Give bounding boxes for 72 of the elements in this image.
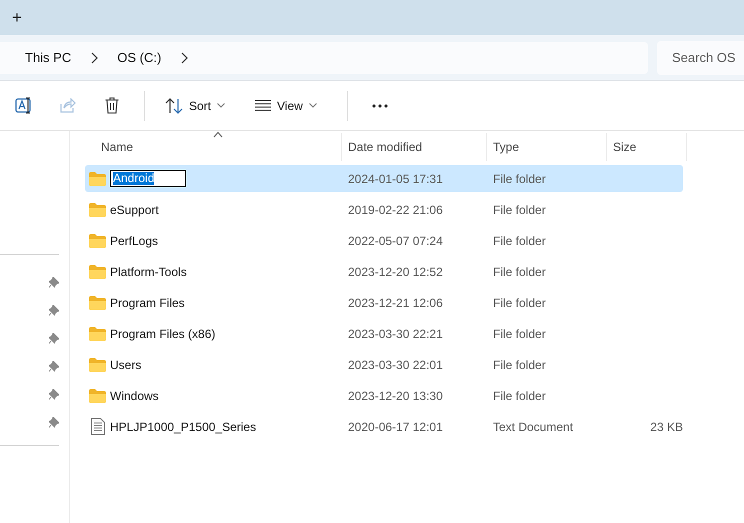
file-name: Users bbox=[110, 358, 142, 372]
sort-caret-icon bbox=[213, 131, 223, 138]
file-name: Program Files bbox=[110, 296, 185, 310]
file-row[interactable]: Program Files (x86) 2023-03-30 22:21 File folder bbox=[85, 320, 683, 347]
file-row[interactable]: Android 2024-01-05 17:31 File folder bbox=[85, 165, 683, 192]
type-cell-text: File folder bbox=[492, 172, 547, 186]
date-cell-text: 2023-12-21 12:06 bbox=[347, 296, 444, 310]
breadcrumb[interactable]: This PC bbox=[21, 50, 76, 65]
file-row[interactable]: eSupport 2019-02-22 21:06 File folder bbox=[85, 196, 683, 223]
type-cell-text: File folder bbox=[492, 234, 547, 248]
file-row[interactable]: PerfLogs 2022-05-07 07:24 File folder bbox=[85, 227, 683, 254]
more-icon bbox=[372, 104, 388, 108]
caret-icon bbox=[308, 103, 317, 108]
trash-icon bbox=[105, 97, 119, 114]
column-header[interactable]: Type bbox=[487, 133, 607, 161]
date-cell-text: 2024-01-05 17:31 bbox=[347, 172, 444, 186]
sort-button[interactable]: Sort bbox=[157, 90, 234, 122]
column-header[interactable]: Name bbox=[85, 133, 342, 161]
date-cell-text: 2023-12-20 12:52 bbox=[347, 264, 444, 278]
file-row[interactable]: Program Files 2023-12-21 12:06 File folder bbox=[85, 289, 683, 316]
caret-icon bbox=[217, 103, 226, 108]
type-cell-text: File folder bbox=[492, 358, 547, 372]
file-name: Platform-Tools bbox=[110, 264, 187, 278]
date-cell-text: 2023-12-20 13:30 bbox=[347, 388, 444, 402]
folder-icon bbox=[89, 172, 106, 186]
file-name: Program Files (x86) bbox=[110, 326, 216, 340]
rename-field[interactable]: Android bbox=[110, 170, 186, 187]
type-cell-text: File folder bbox=[492, 326, 547, 340]
column-header[interactable]: Size bbox=[607, 133, 687, 161]
type-cell-text: File folder bbox=[492, 296, 547, 310]
pin-icon bbox=[49, 305, 59, 316]
new-tab-button[interactable]: + bbox=[8, 8, 26, 28]
type-cell-text: Text Document bbox=[492, 420, 574, 434]
folder-icon bbox=[89, 234, 106, 248]
file-row[interactable]: Platform-Tools 2023-12-20 12:52 File folder bbox=[85, 258, 683, 285]
share-icon bbox=[60, 98, 76, 113]
file-name: HPLJP1000_P1500_Series bbox=[110, 420, 256, 434]
pin-icon bbox=[49, 333, 59, 344]
file-name: Windows bbox=[110, 388, 159, 402]
breadcrumb[interactable]: OS (C:) bbox=[113, 50, 166, 65]
rename-icon bbox=[15, 97, 33, 114]
pin-icon bbox=[49, 417, 59, 428]
pin-icon bbox=[49, 277, 59, 288]
folder-icon bbox=[89, 264, 106, 278]
file-row[interactable]: HPLJP1000_P1500_Series 2020-06-17 12:01 Text Document 23 KB bbox=[85, 413, 683, 440]
date-cell-text: 2019-02-22 21:06 bbox=[347, 202, 444, 216]
folder-icon bbox=[89, 296, 106, 310]
file-name: PerfLogs bbox=[110, 234, 158, 248]
address-bar[interactable]: This PC OS (C:) bbox=[0, 42, 648, 74]
date-cell-text: 2022-05-07 07:24 bbox=[347, 234, 444, 248]
folder-icon bbox=[89, 358, 106, 372]
pin-icon bbox=[49, 389, 59, 400]
view-button[interactable]: View bbox=[247, 90, 325, 122]
document-icon bbox=[91, 418, 105, 435]
list-view-icon bbox=[255, 100, 272, 111]
sort-icon bbox=[165, 98, 183, 114]
column-header[interactable]: Date modified bbox=[342, 133, 487, 161]
file-row[interactable]: Windows 2023-12-20 13:30 File folder bbox=[85, 382, 683, 409]
folder-icon bbox=[89, 388, 106, 402]
type-cell-text: File folder bbox=[492, 202, 547, 216]
file-row[interactable]: Users 2023-03-30 22:01 File folder bbox=[85, 351, 683, 378]
type-cell-text: File folder bbox=[492, 388, 547, 402]
date-cell-text: 2023-03-30 22:21 bbox=[347, 326, 444, 340]
size-cell-text: 23 KB bbox=[649, 420, 684, 434]
folder-icon bbox=[89, 202, 106, 216]
file-name: eSupport bbox=[110, 202, 159, 216]
search-field[interactable]: Search OS bbox=[657, 40, 744, 74]
pin-icon bbox=[49, 361, 59, 372]
date-cell-text: 2023-03-30 22:01 bbox=[347, 358, 444, 372]
folder-icon bbox=[89, 326, 106, 340]
type-cell-text: File folder bbox=[492, 264, 547, 278]
date-cell-text: 2020-06-17 12:01 bbox=[347, 420, 444, 434]
